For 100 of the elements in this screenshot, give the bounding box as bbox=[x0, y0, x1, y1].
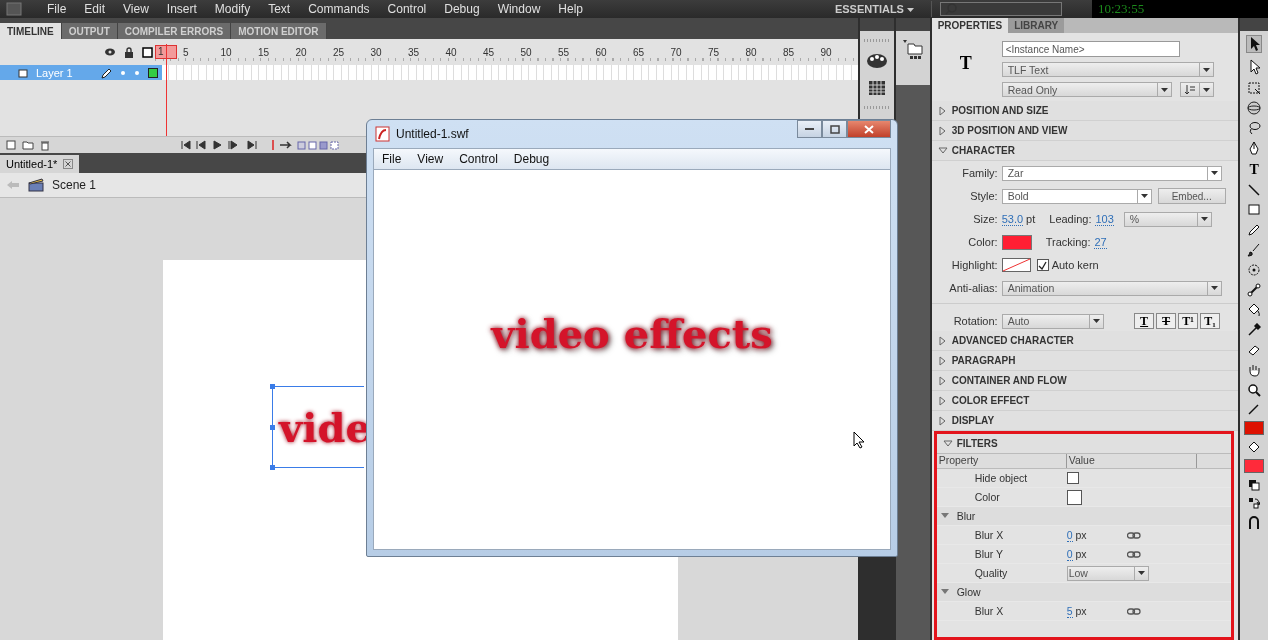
text-color-swatch[interactable] bbox=[1001, 234, 1032, 250]
default-colors-icon[interactable] bbox=[1248, 479, 1261, 491]
minimize-button[interactable] bbox=[797, 120, 822, 138]
quality-dropdown[interactable]: Low bbox=[1066, 565, 1149, 581]
font-style-dropdown[interactable]: Bold bbox=[1001, 188, 1152, 204]
eyedropper-icon[interactable] bbox=[1247, 323, 1262, 337]
lasso-icon[interactable] bbox=[1247, 121, 1262, 135]
rotation-dropdown[interactable]: Auto bbox=[1001, 313, 1104, 329]
property-name: Blur X bbox=[973, 605, 1005, 617]
menu-item[interactable]: View bbox=[409, 152, 452, 166]
text-mode-dropdown[interactable]: Read Only bbox=[1001, 82, 1172, 97]
text-style-button[interactable]: T bbox=[1156, 313, 1177, 329]
section-title: CONTAINER AND FLOW bbox=[951, 375, 1067, 386]
eraser-icon[interactable] bbox=[1247, 343, 1262, 357]
checkbox[interactable] bbox=[1066, 472, 1079, 484]
new-layer-icon[interactable] bbox=[6, 140, 16, 150]
sphere-icon[interactable] bbox=[1247, 101, 1262, 115]
close-button[interactable] bbox=[847, 120, 891, 138]
swap-colors-icon[interactable] bbox=[1248, 497, 1261, 509]
link-icon[interactable] bbox=[1126, 550, 1141, 558]
maximize-button[interactable] bbox=[822, 120, 847, 138]
link-icon[interactable] bbox=[1126, 531, 1141, 539]
frame-number: 60 bbox=[595, 46, 608, 58]
anti-alias-dropdown[interactable]: Animation bbox=[1001, 280, 1222, 296]
number-value[interactable]: 5 bbox=[1066, 604, 1073, 618]
stroke-color-swatch[interactable] bbox=[1244, 421, 1265, 435]
scene-label[interactable]: Scene 1 bbox=[52, 178, 97, 192]
text-style-button[interactable]: T₁ bbox=[1200, 313, 1221, 329]
panel-tab[interactable]: PROPERTIES bbox=[931, 18, 1009, 33]
text-tool[interactable]: T bbox=[1249, 163, 1259, 177]
document-tab[interactable]: Untitled-1* bbox=[0, 155, 80, 173]
menu-item[interactable]: Commands bbox=[299, 2, 379, 16]
magnet-icon[interactable] bbox=[1247, 515, 1262, 531]
frame-number: 50 bbox=[520, 46, 533, 58]
orientation-dropdown[interactable] bbox=[1179, 82, 1214, 97]
outline-square-icon[interactable] bbox=[142, 46, 153, 58]
bone-icon[interactable] bbox=[1247, 283, 1262, 297]
caret-icon bbox=[907, 8, 915, 13]
search-field[interactable] bbox=[940, 2, 1062, 16]
disclosure-triangle-icon[interactable] bbox=[940, 588, 949, 596]
menu-item[interactable]: File bbox=[374, 152, 410, 166]
tracking-value[interactable]: 27 bbox=[1094, 235, 1107, 249]
leading-value[interactable]: 103 bbox=[1095, 212, 1114, 226]
menu-item[interactable]: Help bbox=[549, 2, 592, 16]
text-style-button[interactable]: T bbox=[1134, 313, 1155, 329]
rectangle-icon[interactable] bbox=[1247, 203, 1262, 217]
menu-item[interactable]: Window bbox=[488, 2, 550, 16]
frame-number: 15 bbox=[258, 46, 271, 58]
size-value[interactable]: 53.0 bbox=[1001, 212, 1024, 226]
lock-icon[interactable] bbox=[124, 46, 134, 58]
library-folder-icon[interactable] bbox=[901, 39, 924, 61]
menu-item[interactable]: View bbox=[114, 2, 158, 16]
highlight-none-swatch[interactable] bbox=[1001, 258, 1031, 272]
panel-tab[interactable]: LIBRARY bbox=[1008, 18, 1065, 33]
folder-icon[interactable] bbox=[22, 140, 34, 150]
font-family-dropdown[interactable]: Zar bbox=[1001, 165, 1222, 181]
subselection-arrow-icon[interactable] bbox=[1247, 59, 1262, 75]
text-style-button[interactable]: T¹ bbox=[1178, 313, 1199, 329]
free-transform-icon[interactable] bbox=[1247, 81, 1262, 95]
number-value[interactable]: 0 bbox=[1066, 528, 1073, 542]
text-box[interactable]: vide bbox=[272, 386, 364, 468]
onion-skin-icon[interactable] bbox=[270, 140, 340, 150]
paint-bucket-icon[interactable] bbox=[1247, 303, 1262, 317]
menu-item[interactable]: Insert bbox=[157, 2, 206, 16]
text-type-dropdown[interactable]: TLF Text bbox=[1001, 62, 1214, 77]
trash-icon[interactable] bbox=[40, 139, 50, 151]
menu-item[interactable]: Text bbox=[259, 2, 300, 16]
panel-tab[interactable]: TIMELINE bbox=[0, 23, 62, 39]
number-value[interactable]: 0 bbox=[1066, 547, 1073, 561]
menu-item[interactable]: File bbox=[38, 2, 76, 16]
color-swatch[interactable] bbox=[1066, 489, 1082, 505]
fill-color-swatch[interactable] bbox=[1244, 459, 1265, 473]
column-header: Property bbox=[936, 454, 1067, 468]
frame-number: 45 bbox=[483, 46, 496, 58]
grid-icon[interactable] bbox=[867, 80, 886, 96]
eye-icon[interactable] bbox=[104, 47, 116, 57]
palette-icon[interactable] bbox=[865, 52, 888, 70]
paint-bucket-icon[interactable] bbox=[1247, 441, 1262, 453]
instance-name-field[interactable]: <Instance Name> bbox=[1001, 41, 1180, 57]
menu-item[interactable]: Control bbox=[451, 152, 506, 166]
menu-item[interactable]: Debug bbox=[505, 152, 558, 166]
checkbox[interactable] bbox=[1036, 259, 1049, 271]
leading-unit-dropdown[interactable]: % bbox=[1123, 211, 1212, 227]
close-icon[interactable] bbox=[63, 159, 74, 169]
embed-button[interactable]: Embed... bbox=[1157, 188, 1226, 204]
menu-item[interactable]: Debug bbox=[435, 2, 489, 16]
stroke-pencil-icon[interactable] bbox=[1247, 403, 1262, 415]
menu-item[interactable]: Control bbox=[378, 2, 436, 16]
panel-tab[interactable]: OUTPUT bbox=[61, 23, 118, 39]
menu-item[interactable]: Edit bbox=[75, 2, 115, 16]
link-icon[interactable] bbox=[1126, 607, 1141, 615]
brush-icon[interactable] bbox=[1247, 243, 1262, 257]
hand-icon[interactable] bbox=[1247, 363, 1262, 377]
line-icon[interactable] bbox=[1247, 183, 1262, 197]
pencil-icon[interactable] bbox=[1247, 223, 1262, 237]
flower-icon[interactable] bbox=[1247, 263, 1262, 277]
zoom-icon[interactable] bbox=[1247, 383, 1262, 397]
disclosure-triangle-icon[interactable] bbox=[940, 512, 949, 520]
workspace-dropdown[interactable]: ESSENTIALS bbox=[824, 1, 932, 17]
menu-item[interactable]: Modify bbox=[205, 2, 260, 16]
